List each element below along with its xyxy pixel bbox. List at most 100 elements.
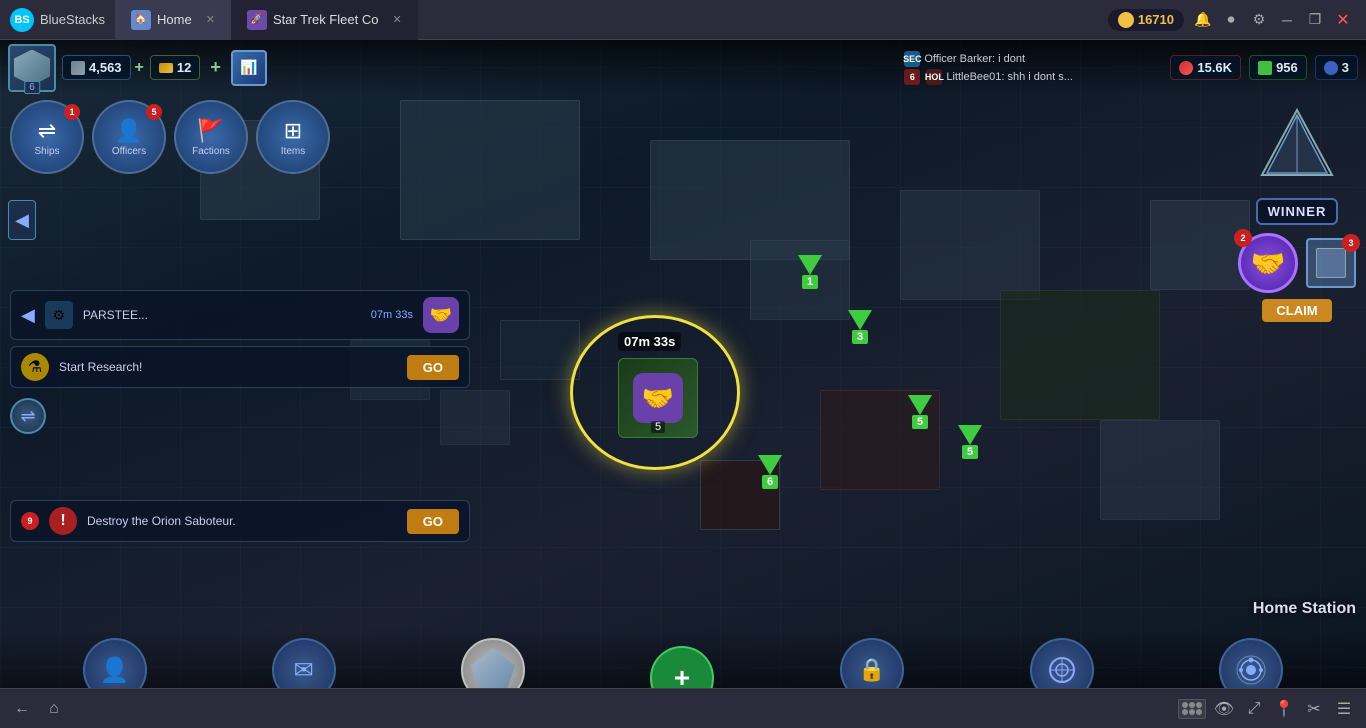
game-tab-icon: 🚀 [247,10,267,30]
chat-line-1: SEC Officer Barker: i dont [904,50,1164,68]
titlebar: BS BlueStacks 🏠 Home ✕ 🚀 Star Trek Fleet… [0,0,1366,40]
map-marker-green-6: 6 [755,455,785,491]
taskbar-eye-icon[interactable]: 👁 [1212,697,1236,721]
alliance-center-building[interactable]: 🤝 5 [618,358,698,438]
blue-resource: 3 [1315,55,1358,80]
res-add-button[interactable]: + [210,57,221,78]
map-marker-6: 6 [755,455,785,491]
gold-ingot-value: 12 [177,60,191,75]
restore-icon[interactable]: ❐ [1306,11,1324,29]
saboteur-icon: ! [49,507,77,535]
settings-icon[interactable]: ⚙ [1250,11,1268,29]
map-marker-green-5a: 5 [905,395,935,431]
inbox-icon: ✉ [294,656,314,685]
marker-num-3: 3 [852,330,868,344]
alliance-building-icon: 🤝 [633,373,683,423]
system-icon [1235,654,1267,686]
taskbar-back-icon[interactable]: ← [10,697,34,721]
tab-game[interactable]: 🚀 Star Trek Fleet Co ✕ [231,0,418,40]
marker-num-5b: 5 [962,445,978,459]
claim-area: 2 🤝 3 CLAIM [1238,233,1356,322]
gold-ingot-resource: 12 [150,55,200,80]
red-resource: 15.6K [1170,55,1241,80]
map-marker-5a: 5 [905,395,935,431]
filter-button[interactable]: ⇌ [10,398,46,434]
tab-close[interactable]: ✕ [206,13,215,26]
items-label: Items [281,146,305,157]
record-icon[interactable]: ⏺ [1222,11,1240,29]
close-icon[interactable]: ✕ [1334,11,1352,29]
map-marker-1: 1 [795,255,825,291]
claim-badge-2: 2 [1234,229,1252,247]
top-hud: 6 4,563 + 12 + 📊 SEC Officer Barker: i d… [0,40,1366,95]
notification-icon[interactable]: 🔔 [1194,11,1212,29]
game-tab-label: Star Trek Fleet Co [273,12,378,27]
claim-button[interactable]: CLAIM [1262,299,1331,322]
taskbar-right: 👁 ⤢ 📍 ✂ ☰ [1178,697,1356,721]
marker-arrow-5a [908,395,932,415]
bs-icon: BS [10,8,34,32]
ships-badge: 1 [64,104,80,120]
quest-panel: ◀ ⚙ PARSTEE... 07m 33s 🤝 ⚗ Start Researc… [10,290,470,542]
game-tab-close[interactable]: ✕ [392,13,401,26]
quest-item-2: ⚗ Start Research! GO [10,346,470,388]
factions-label: Factions [192,146,230,157]
chat-display: SEC Officer Barker: i dont 6 HOL LittleB… [904,50,1164,86]
left-nav: 1 ⇌ Ships 5 👤 Officers 🚩 Factions ⊞ Item… [10,100,330,174]
officers-icon: 👤 [115,118,142,144]
chat-badge-hol: HOL [926,69,942,85]
chat-text-2: LittleBee01: shh i dont s... [946,71,1073,83]
green-resource-icon [1258,61,1272,75]
ships-button[interactable]: 1 ⇌ Ships [10,100,84,174]
quest-timer-1: 07m 33s [371,309,413,321]
marker-num-5a: 5 [912,415,928,429]
home-ship-icon [471,648,515,692]
quest-item-3: 9 ! Destroy the Orion Saboteur. GO [10,500,470,542]
taskbar-resize-icon[interactable]: ⤢ [1242,697,1266,721]
tab-home[interactable]: 🏠 Home ✕ [115,0,231,40]
ships-icon: ⇌ [38,118,56,144]
taskbar: ← ⌂ 👁 ⤢ 📍 ✂ ☰ [0,688,1366,728]
blue-resource-icon [1324,61,1338,75]
left-nav-arrow[interactable]: ◀ [8,200,36,240]
items-button[interactable]: ⊞ Items [256,100,330,174]
coin-icon [1118,12,1134,28]
minimize-icon[interactable]: ─ [1278,11,1296,29]
quest-icon-1: ⚙ [45,301,73,329]
add-icon: + [210,57,221,78]
player-avatar[interactable]: 6 [8,44,56,92]
quest-arrow-1[interactable]: ◀ [21,305,35,326]
factions-button[interactable]: 🚩 Factions [174,100,248,174]
saboteur-go-button[interactable]: GO [407,509,459,534]
player-level: 6 [24,81,40,94]
home-station-label: Home Station [1253,600,1356,618]
research-go-button[interactable]: GO [407,355,459,380]
officers-button[interactable]: 5 👤 Officers [92,100,166,174]
coins-display: 16710 [1108,9,1184,31]
taskbar-scissors-icon[interactable]: ✂ [1302,697,1326,721]
taskbar-keyboard-icon[interactable] [1178,699,1206,719]
ships-label: Ships [34,146,59,157]
kbd-grid [1182,702,1202,715]
handshake-claim-wrapper: 2 🤝 [1238,233,1298,293]
taskbar-home-icon[interactable]: ⌂ [42,697,66,721]
exterior-icon [1046,654,1078,686]
quest-text-2: Start Research! [59,360,397,374]
chat-line-2: 6 HOL LittleBee01: shh i dont s... [904,68,1164,86]
stats-icon: 📊 [240,59,257,76]
stats-button[interactable]: 📊 [231,50,267,86]
quest-item-1: ◀ ⚙ PARSTEE... 07m 33s 🤝 [10,290,470,340]
building-timer: 07m 33s [618,332,681,351]
map-marker-3: 3 [845,310,875,346]
quest-handshake-button[interactable]: 🤝 [423,297,459,333]
map-marker-5b: 5 [955,425,985,461]
parsteel-add-button[interactable]: + [135,59,144,77]
bluestacks-logo: BS BlueStacks [0,8,115,32]
taskbar-menu-icon[interactable]: ☰ [1332,697,1356,721]
alliance-icon: 👤 [100,656,130,685]
right-panel: WINNER 2 🤝 3 CLAIM [1238,100,1356,322]
taskbar-location-icon[interactable]: 📍 [1272,697,1296,721]
officers-badge: 5 [146,104,162,120]
items-icon: ⊞ [284,118,302,144]
research-icon: ⚗ [21,353,49,381]
